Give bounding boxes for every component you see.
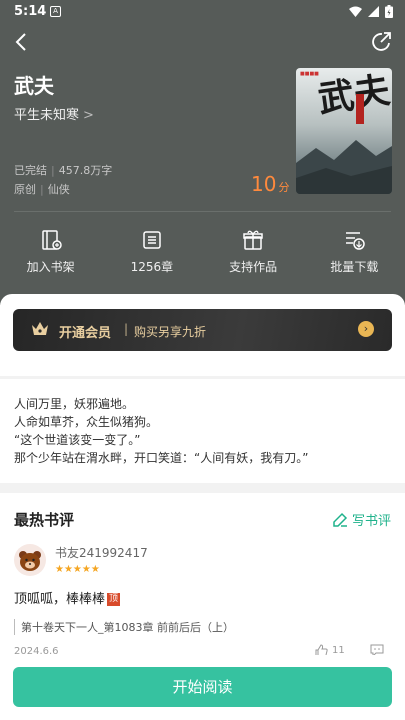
signal-icon [368,6,379,17]
book-category-line: 原创 | 仙侠 [14,183,70,196]
comments-heading: 最热书评 [14,511,75,529]
status-bar: 5:14 A [0,0,405,24]
vip-title: 开通会员 [59,326,112,341]
book-intro: 人间万里，妖邪遍地。 人命如草芥，众生似猪狗。 “这个世道该变一变了。” 那个少… [0,379,405,483]
chapter-list-button[interactable]: 1256章 [101,228,202,275]
download-icon [346,232,366,250]
bear-avatar-icon [19,551,41,571]
wifi-icon [349,6,362,17]
comment-user[interactable]: 书友241992417 [55,544,148,561]
book-genre: 仙侠 [47,183,70,196]
back-icon[interactable] [10,30,34,54]
notification-icon: A [50,6,61,17]
chapter-list-icon [143,231,161,249]
battery-icon [385,5,393,18]
write-review-button[interactable]: 写书评 [332,510,391,529]
share-icon[interactable] [369,30,393,54]
action-label: 1256章 [130,260,174,274]
emoji-icon: 顶 [107,593,121,606]
book-header: 5:14 A 武夫 平生未知寒 > 已完结 | 457.8万字 原创 | 仙侠 10 分 ■… [0,0,405,305]
book-status-line: 已完结 | 457.8万字 [14,164,113,177]
gift-icon [243,230,263,250]
comment-text: 顶呱呱，棒棒棒顶 [14,592,121,607]
intro-line: 人间万里，妖邪遍地。 [14,397,135,411]
comment-chapter[interactable]: 第十卷天下一人_第1083章 前前后后（上） [14,619,234,635]
bookshelf-add-icon [41,230,62,250]
action-bar: 加入书架 1256章 支持作品 批量下载 [0,228,405,275]
bottom-bar: 开始阅读 [0,655,405,720]
score-unit: 分 [278,181,290,194]
book-status: 已完结 [14,164,47,177]
book-score: 10 分 [251,172,289,196]
cover-title: 武夫 [315,69,392,121]
write-review-label: 写书评 [351,514,391,529]
book-type: 原创 [14,183,36,196]
word-count: 457.8万字 [58,164,113,177]
chevron-right-icon: › [358,321,374,337]
comment-rating: ★★★★★ [55,564,100,575]
chevron-right-icon: > [83,108,94,123]
action-label: 加入书架 [26,260,75,274]
add-to-shelf-button[interactable]: 加入书架 [0,228,101,275]
action-label: 批量下载 [330,260,379,274]
support-work-button[interactable]: 支持作品 [203,228,304,275]
book-author[interactable]: 平生未知寒 > [14,104,94,123]
score-value: 10 [251,172,277,196]
author-name[interactable]: 平生未知寒 [14,108,79,123]
batch-download-button[interactable]: 批量下载 [304,228,405,275]
book-title: 武夫 [14,74,54,98]
cover-seal [356,94,364,124]
crown-icon [32,322,48,335]
start-reading-button[interactable]: 开始阅读 [13,667,392,707]
intro-line: 人命如草芥，众生似猪狗。 [14,415,159,429]
book-cover[interactable]: ■■■■ 武夫 [296,68,392,194]
vip-subtitle: 购买另享九折 [134,325,207,339]
avatar[interactable] [14,544,46,576]
vip-banner[interactable]: 开通会员 | 购买另享九折 › [13,309,392,351]
intro-line: “这个世道该变一变了。” [14,433,141,447]
edit-icon [333,512,348,527]
status-time: 5:14 [14,4,47,19]
action-label: 支持作品 [229,260,278,274]
divider [14,211,391,212]
intro-line: 那个少年站在渭水畔，开口笑道：“人间有妖，我有刀。” [14,451,309,465]
